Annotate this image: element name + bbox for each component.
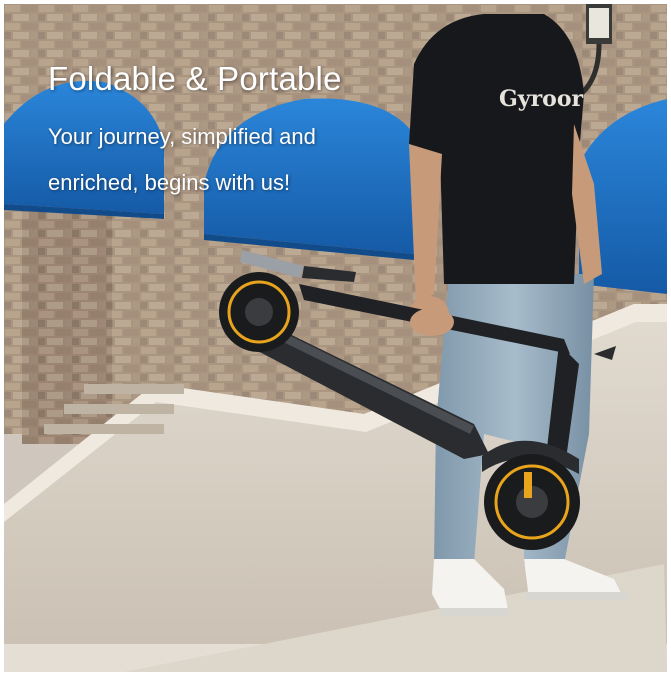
banner-subtitle-line-1: Your journey, simplified and	[48, 124, 316, 149]
shirt-print: Gyroor	[499, 86, 584, 112]
product-photo: Gyroor	[4, 4, 667, 672]
banner-image-frame: Gyroor Foldable & Portable Your journey,…	[4, 4, 667, 672]
banner-title: Foldable & Portable	[48, 60, 342, 97]
banner-subtitle-line-2: enriched, begins with us!	[48, 170, 291, 195]
